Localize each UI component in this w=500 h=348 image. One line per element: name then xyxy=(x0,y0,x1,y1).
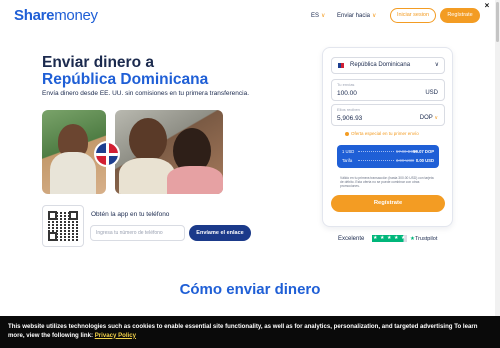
close-icon[interactable]: × xyxy=(481,0,493,12)
chevron-down-icon: ∨ xyxy=(372,13,377,19)
cookie-banner: This website utilizes technologies such … xyxy=(0,316,500,348)
page-title: Enviar dinero a República Dominicana xyxy=(42,54,208,88)
how-to-send-heading: Cómo enviar dinero xyxy=(179,281,321,298)
send-to-menu[interactable]: Enviar hacia ∨ xyxy=(337,12,376,19)
phone-number-input[interactable]: Ingresa tu número de teléfono xyxy=(90,225,185,241)
scrollbar-thumb[interactable] xyxy=(496,2,499,42)
dominican-flag-icon xyxy=(94,141,120,167)
trustpilot-rating: Excelente xyxy=(338,236,365,242)
fee-new: 0.00 USD xyxy=(415,158,434,163)
chevron-down-icon: ∨ xyxy=(434,62,439,68)
country-label: República Dominicana xyxy=(350,62,411,68)
fee-row: Tarifa 3.99 USD 0.00 USD xyxy=(342,158,434,163)
photo-figure xyxy=(167,166,223,194)
register-button[interactable]: Regístrate xyxy=(440,8,480,23)
chevron-down-icon: ∨ xyxy=(321,13,326,19)
receive-amount-value[interactable]: 5,906.93 xyxy=(337,115,362,122)
page: Sharemoney ES ∨ Enviar hacia ∨ Iniciar ses… xyxy=(0,0,500,348)
offer-icon xyxy=(345,131,349,136)
app-download-title: Obtén la app en tu teléfono xyxy=(91,211,170,218)
star-icon: ★ xyxy=(393,235,400,242)
send-link-button[interactable]: Envíame el enlace xyxy=(189,225,251,241)
rate-new: 59.07 DOP xyxy=(413,149,434,154)
send-amount-label: Tu envías xyxy=(337,82,355,87)
send-amount-field[interactable]: Tu envías 100.00 USD xyxy=(331,79,445,101)
login-button[interactable]: Iniciar sesion xyxy=(390,8,436,23)
site-header: Sharemoney ES ∨ Enviar hacia ∨ Iniciar ses… xyxy=(0,0,500,32)
hero-photo-family xyxy=(115,110,223,194)
receive-currency-select[interactable]: DOP ∨ xyxy=(420,115,438,121)
title-line-2: República Dominicana xyxy=(42,71,209,88)
receive-amount-field[interactable]: Ellos reciben 5,906.93 DOP ∨ xyxy=(331,104,445,126)
trustpilot-stars: ★ ★ ★ ★ ★ xyxy=(372,235,408,244)
send-amount-value[interactable]: 100.00 xyxy=(337,90,357,97)
receive-amount-label: Ellos reciben xyxy=(337,107,360,112)
app-qr-code xyxy=(42,205,84,247)
exchange-rate-row: 1 USD 57.90 DOP 59.07 DOP xyxy=(342,149,434,154)
language-label: ES xyxy=(311,13,320,19)
calculator-register-button[interactable]: Regístrate xyxy=(331,195,445,212)
chevron-down-icon: ∨ xyxy=(434,115,438,121)
star-half-icon: ★ xyxy=(400,235,407,242)
cookie-text: This website utilizes technologies such … xyxy=(8,323,478,339)
title-line-1: Enviar dinero a xyxy=(42,54,154,71)
fee-old: 3.99 USD xyxy=(396,158,415,163)
photo-figure xyxy=(50,152,96,194)
privacy-policy-link[interactable]: Privacy Policy xyxy=(95,332,136,339)
send-to-label: Enviar hacia xyxy=(337,13,371,19)
rate-label: 1 USD xyxy=(342,149,355,154)
special-offer-note: Oferta especial en tu primer envío xyxy=(345,131,419,136)
dominican-flag-icon xyxy=(337,62,345,69)
sharemoney-logo[interactable]: Sharemoney xyxy=(14,7,98,24)
star-icon: ★ xyxy=(372,235,379,242)
fee-label: Tarifa xyxy=(342,158,353,163)
qr-code-icon xyxy=(48,211,78,241)
send-currency: USD xyxy=(425,90,438,96)
rate-summary: 1 USD 57.90 DOP 59.07 DOP Tarifa 3.99 US… xyxy=(337,145,439,168)
star-icon: ★ xyxy=(386,235,393,242)
language-selector[interactable]: ES ∨ xyxy=(311,12,325,19)
country-select[interactable]: República Dominicana ∨ xyxy=(331,57,445,74)
hero-subtitle: Envía dinero desde EE. UU. sin comisione… xyxy=(42,90,250,97)
star-icon: ★ xyxy=(379,235,386,242)
photo-figure xyxy=(129,118,167,162)
trustpilot-logo: ★Trustpilot xyxy=(410,236,438,242)
offer-disclaimer: Válido en tu primera transacción (hasta … xyxy=(340,176,434,189)
